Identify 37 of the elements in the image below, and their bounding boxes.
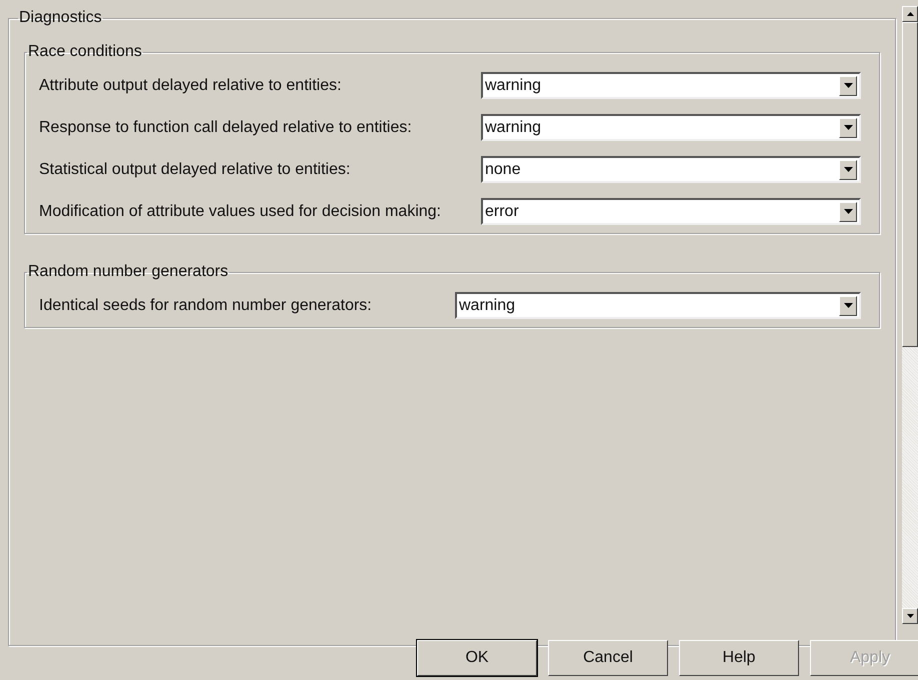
dropdown-arrow-button[interactable] [839,76,857,96]
dropdown[interactable]: warning [481,72,861,99]
group-title: Random number generators [27,262,230,282]
dropdown-value: warning [484,76,542,96]
dropdown-value: none [484,160,522,180]
dialog-button[interactable]: OK [417,640,537,676]
dialog-button[interactable]: Help [679,640,799,676]
caret-icon [844,303,852,308]
dropdown-value: warning [458,296,516,316]
dropdown[interactable]: warning [481,114,861,141]
scroll-up-button[interactable] [902,6,918,22]
dialog-button[interactable]: Cancel [548,640,668,676]
dropdown-arrow-button[interactable] [839,202,857,222]
scrollbar[interactable] [902,6,918,624]
caret-icon [844,167,852,172]
caret-icon [844,83,852,88]
caret-icon [844,209,852,214]
setting-label: Modification of attribute values used for decision making: [39,202,441,222]
dropdown-value: warning [484,118,542,138]
setting-label: Response to function call delayed relative to entities: [39,118,412,138]
dropdown[interactable]: none [481,156,861,183]
scroll-thumb[interactable] [902,22,918,347]
dropdown-value: error [484,202,520,222]
setting-label: Identical seeds for random number generators: [39,296,372,316]
caret-icon [844,125,852,130]
dropdown-arrow-button[interactable] [839,118,857,138]
setting-label: Attribute output delayed relative to entities: [39,76,342,96]
setting-label: Statistical output delayed relative to entities: [39,160,350,180]
down-arrow-icon [906,614,914,618]
group-title: Race conditions [27,42,143,62]
up-arrow-icon [906,12,914,16]
panel-title: Diagnostics [18,8,103,28]
scroll-down-button[interactable] [902,608,918,624]
dropdown-arrow-button[interactable] [839,160,857,180]
dropdown[interactable]: warning [455,292,861,319]
dropdown[interactable]: error [481,198,861,225]
dropdown-arrow-button[interactable] [839,296,857,316]
